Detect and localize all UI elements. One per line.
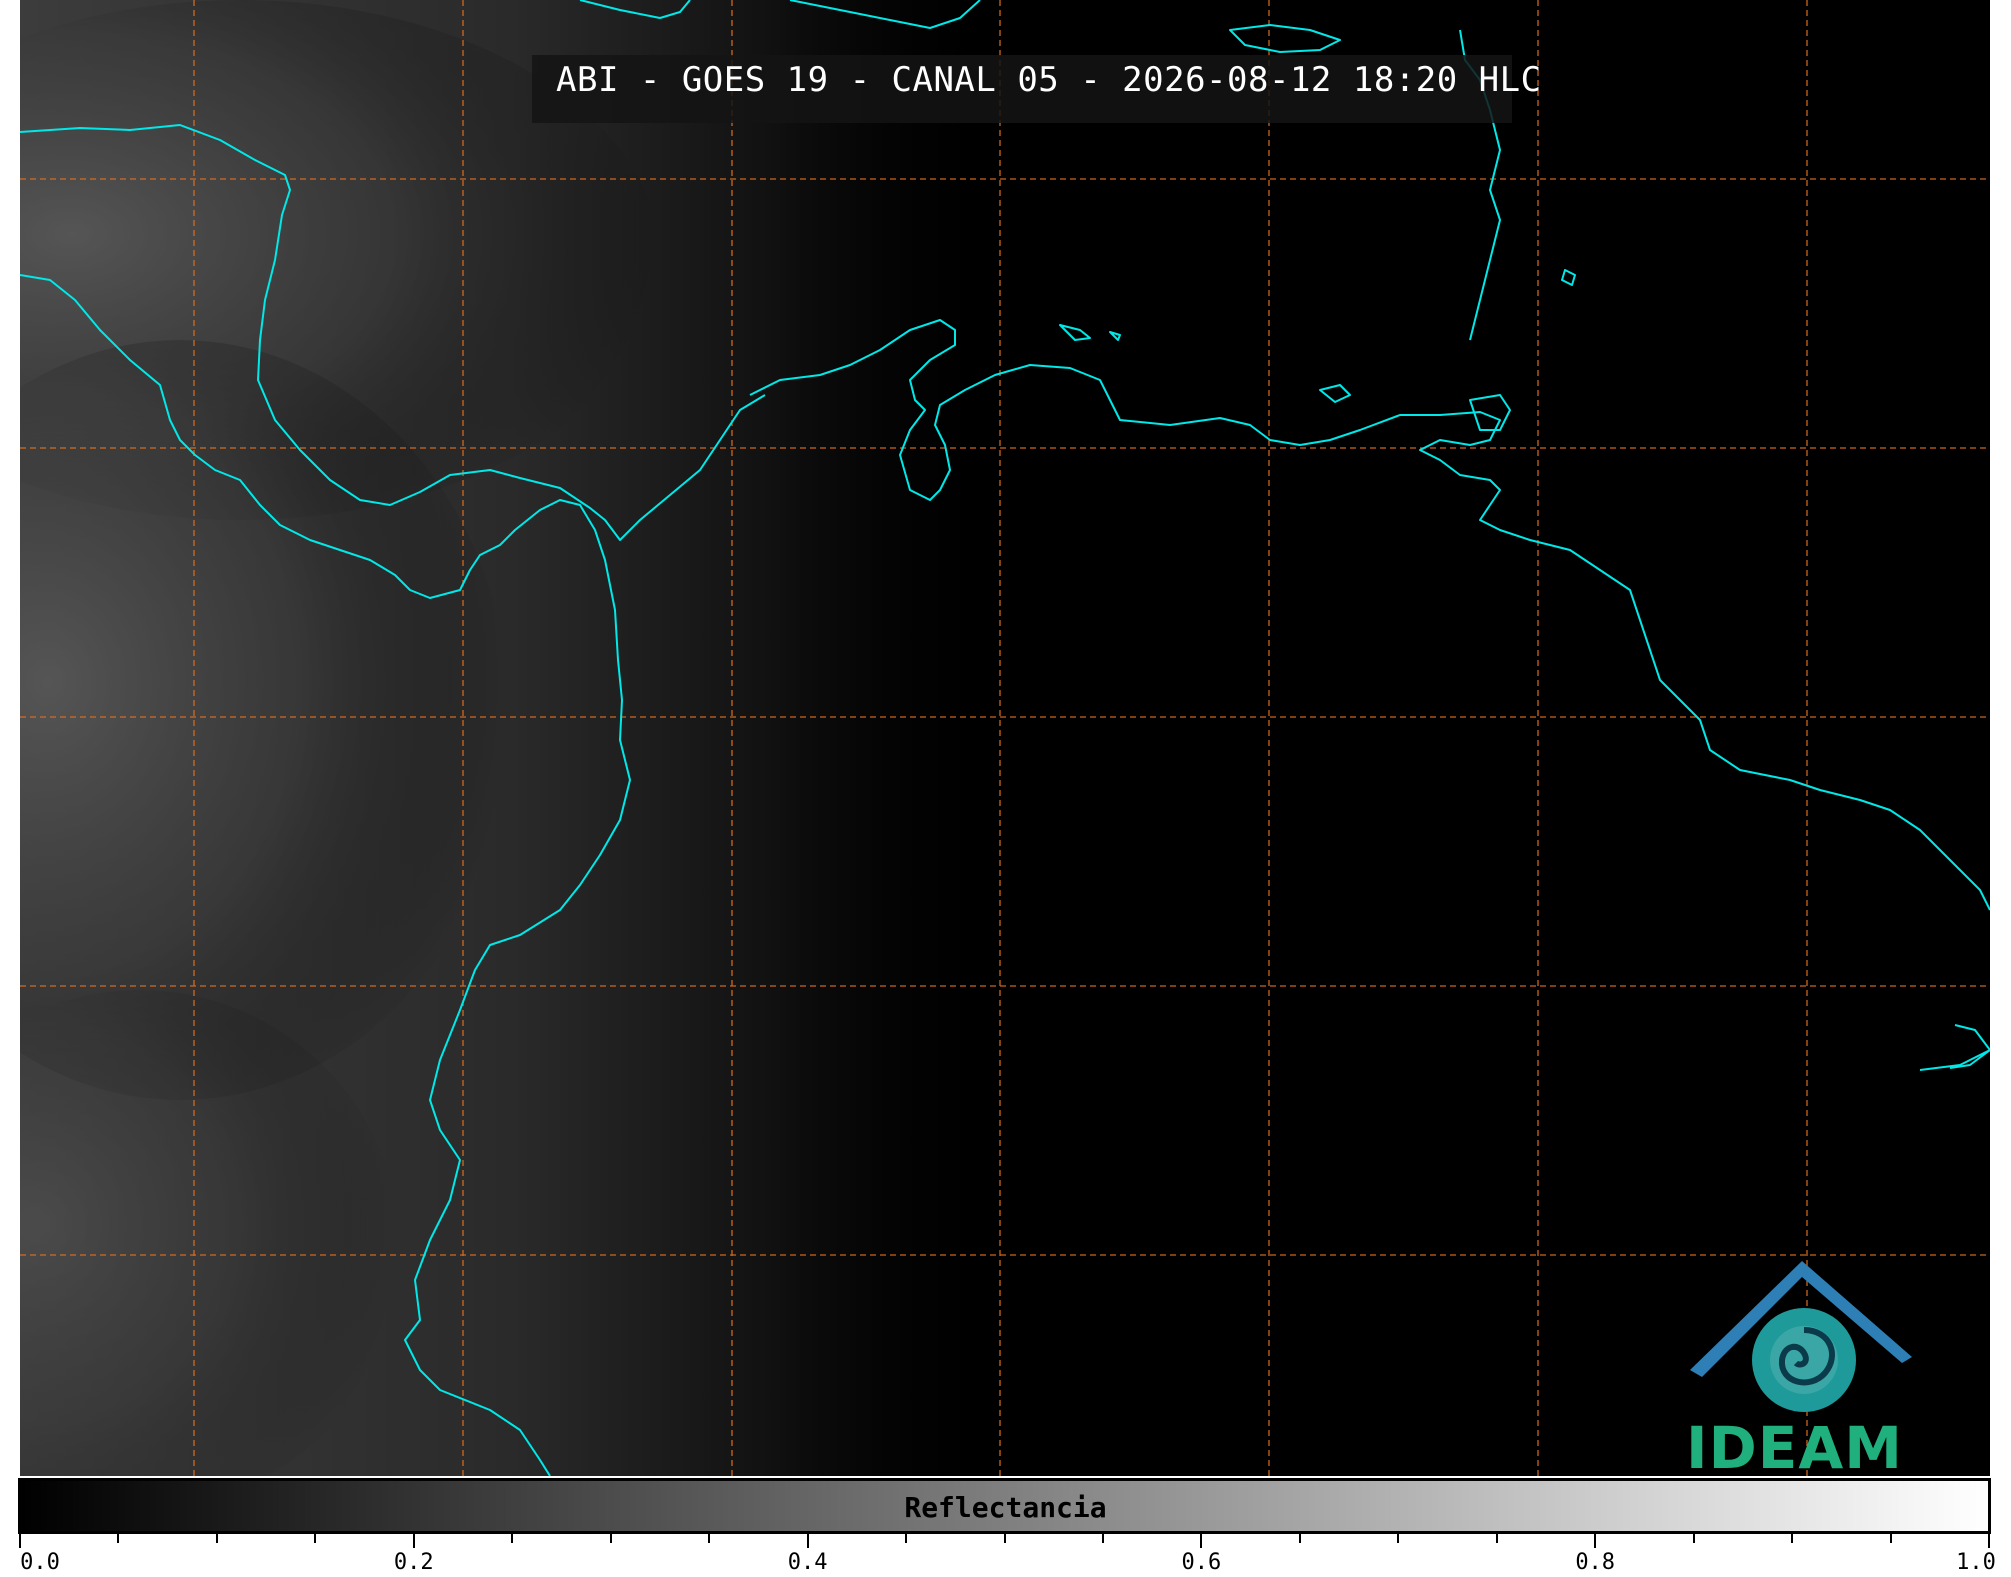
colorbar-minor-tick [215, 1534, 218, 1543]
satellite-map[interactable] [20, 0, 1990, 1476]
ideam-logo-mark [1690, 1261, 1912, 1412]
colorbar-minor-tick [1397, 1534, 1400, 1543]
colorbar-major-tick [19, 1534, 21, 1548]
map-title: ABI - GOES 19 - CANAL 05 - 2026-08-12 18… [556, 60, 1542, 100]
colorbar-major-tick [1200, 1534, 1203, 1548]
colorbar-minor-tick [1889, 1534, 1892, 1543]
colorbar-minor-tick [1003, 1534, 1006, 1543]
colorbar-major-tick [412, 1534, 415, 1548]
colorbar-tick-label: 0.0 [20, 1550, 60, 1575]
colorbar-major-tick [1988, 1534, 1990, 1548]
colorbar-tick-label: 0.2 [393, 1550, 434, 1575]
colorbar-tick-label: 1.0 [1956, 1550, 1996, 1575]
colorbar-tick-label: 0.6 [1181, 1550, 1222, 1575]
colorbar-label: Reflectancia [904, 1491, 1107, 1524]
colorbar-minor-tick [511, 1534, 514, 1543]
colorbar-minor-tick [1692, 1534, 1695, 1543]
colorbar-major-tick [806, 1534, 809, 1548]
colorbar-major-tick [1594, 1534, 1597, 1548]
colorbar-minor-tick [1495, 1534, 1498, 1543]
colorbar-minor-tick [905, 1534, 908, 1543]
colorbar-minor-tick [1101, 1534, 1104, 1543]
colorbar-minor-tick [708, 1534, 711, 1543]
colorbar-minor-tick [314, 1534, 317, 1543]
ideam-logo-text: IDEAM [1686, 1414, 1903, 1482]
colorbar-tick-label: 0.4 [787, 1550, 828, 1575]
colorbar-minor-tick [609, 1534, 612, 1543]
colorbar-minor-tick [117, 1534, 120, 1543]
colorbar-minor-tick [1298, 1534, 1301, 1543]
colorbar-minor-tick [1791, 1534, 1794, 1543]
colorbar-tick-label: 0.8 [1575, 1550, 1616, 1575]
